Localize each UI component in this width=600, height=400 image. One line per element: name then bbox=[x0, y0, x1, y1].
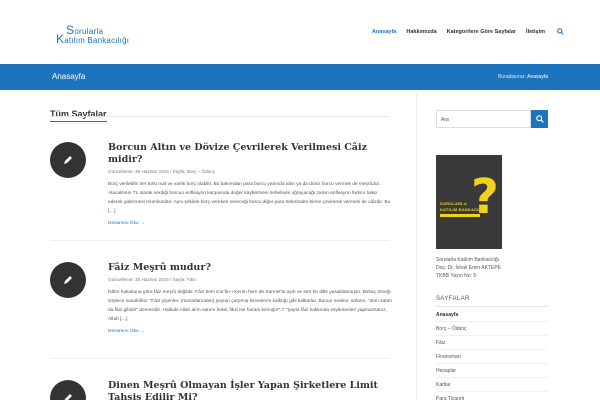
title-rule bbox=[50, 116, 390, 117]
post-excerpt: İslâm hukukuna göre fâiz meşrû değildir.… bbox=[108, 290, 392, 322]
post-meta: Güncelleme: 30 Haziran 2015 / Sayfa: Fâi… bbox=[108, 277, 392, 282]
post-category-link[interactable]: Borç – Ödünç bbox=[187, 169, 215, 174]
search-icon bbox=[536, 115, 544, 123]
post-format-icon[interactable] bbox=[50, 142, 86, 178]
pages-list: Anasayfa Borç – Ödünç Fâiz Finansman Hes… bbox=[436, 308, 548, 400]
post-category-link[interactable]: Fâiz bbox=[187, 277, 196, 282]
post-format-icon[interactable] bbox=[50, 262, 86, 298]
book-cover-image[interactable]: ? SORULARLA KATILIM BANKACILIĞI bbox=[436, 155, 502, 249]
main-nav: Anasayfa Hakkımızda Kategorilere Göre Sa… bbox=[362, 0, 564, 64]
nav-item-iletisim[interactable]: İletişim bbox=[526, 29, 545, 35]
post-meta-separator: / bbox=[170, 277, 172, 282]
book-caption-publication: TKBB Yayın No: 5 bbox=[436, 273, 477, 279]
post-title[interactable]: Dinen Meşrû Olmayan İşler Yapan Şirketle… bbox=[108, 380, 392, 400]
site-header: Sorularla Katılım Bankacılığı Anasayfa H… bbox=[0, 0, 600, 64]
site-logo[interactable]: Sorularla Katılım Bankacılığı bbox=[56, 24, 166, 46]
post-page-label: Sayfa: bbox=[172, 169, 186, 174]
post-updated: Güncelleme: 30 Haziran 2015 bbox=[108, 277, 169, 282]
post-excerpt: Borç verilebilir her türlü mal ve varlık… bbox=[108, 182, 391, 214]
main-content: Tüm Sayfalar bbox=[50, 104, 390, 122]
post-title-line-2: Tahsis Edilir Mi? bbox=[108, 392, 198, 400]
post-title[interactable]: Borcun Altın ve Dövize Çevrilerek Verilm… bbox=[108, 142, 392, 166]
book-caption-author: Doç. Dr. İshak Emin AKTEPE bbox=[436, 265, 502, 271]
post-updated: Güncelleme: 30 Haziran 2015 bbox=[108, 169, 169, 174]
sidebar-separator bbox=[416, 92, 417, 400]
page-title-bar: Anasayfa Buradasınız: Anasayfa bbox=[0, 64, 600, 90]
post-format-icon[interactable] bbox=[50, 380, 86, 400]
page-link-kartlar[interactable]: Kartlar bbox=[436, 378, 548, 392]
book-caption-title: Sorularla Katılım Bankacılığı bbox=[436, 257, 500, 263]
post-meta-separator: / bbox=[170, 169, 172, 174]
post-title-line-1: Dinen Meşrû Olmayan İşler Yapan Şirketle… bbox=[108, 380, 378, 391]
titlebar-title: Anasayfa bbox=[52, 72, 86, 81]
post-meta: Güncelleme: 30 Haziran 2015 / Sayfa: Bor… bbox=[108, 169, 392, 174]
book-caption: Sorularla Katılım Bankacılığı Doç. Dr. İ… bbox=[436, 256, 501, 280]
pencil-icon bbox=[64, 276, 72, 284]
page-link-faiz[interactable]: Fâiz bbox=[436, 336, 548, 350]
search-input[interactable]: Ara bbox=[436, 110, 531, 128]
read-more-link[interactable]: Devamını Oku → bbox=[108, 221, 392, 226]
book-band bbox=[440, 214, 480, 217]
pencil-icon bbox=[64, 394, 72, 400]
pencil-icon bbox=[64, 156, 72, 164]
page-link-para-ticareti[interactable]: Para Ticareti bbox=[436, 392, 548, 400]
post-divider bbox=[50, 358, 390, 359]
breadcrumb: Buradasınız: Anasayfa bbox=[498, 74, 548, 80]
logo-line-2: Katılım Bankacılığı bbox=[56, 32, 130, 46]
post-title[interactable]: Fâiz Meşrû mudur? bbox=[108, 262, 392, 274]
book-title-line-2: KATILIM BANKACILIĞI bbox=[440, 207, 488, 212]
post-divider bbox=[50, 240, 390, 241]
book-title-line-1: SORULARLA bbox=[440, 201, 467, 206]
widget-rule bbox=[436, 306, 548, 307]
nav-item-kategoriler[interactable]: Kategorilere Göre Sayfalar bbox=[447, 29, 516, 35]
nav-item-anasayfa[interactable]: Anasayfa bbox=[372, 29, 396, 35]
page-link-hesaplar[interactable]: Hesaplar bbox=[436, 364, 548, 378]
page-link-anasayfa[interactable]: Anasayfa bbox=[436, 308, 548, 322]
nav-search-icon[interactable] bbox=[557, 27, 564, 37]
pages-widget-title: SAYFALAR bbox=[436, 296, 470, 302]
breadcrumb-current: Anasayfa bbox=[527, 74, 548, 80]
read-more-link[interactable]: Devamını Oku → bbox=[108, 329, 392, 334]
breadcrumb-label: Buradasınız: bbox=[497, 74, 527, 80]
page-link-finansman[interactable]: Finansman bbox=[436, 350, 548, 364]
page-link-borc-odunc[interactable]: Borç – Ödünç bbox=[436, 322, 548, 336]
post-page-label: Sayfa: bbox=[172, 277, 186, 282]
search-button[interactable] bbox=[531, 110, 548, 128]
nav-item-hakkimizda[interactable]: Hakkımızda bbox=[406, 29, 436, 35]
